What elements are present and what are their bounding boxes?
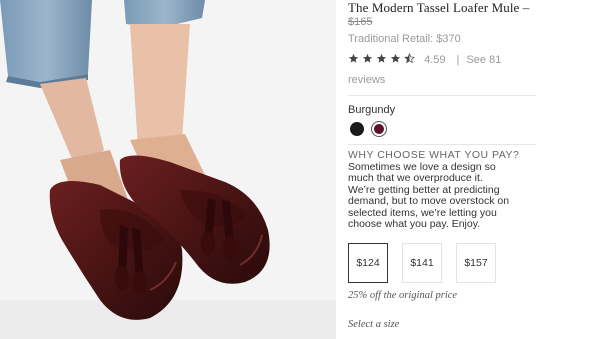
- divider: [348, 95, 536, 96]
- reviews-link-word[interactable]: reviews: [348, 74, 385, 86]
- shoe-photo-illustration: [0, 0, 336, 339]
- price-option-157[interactable]: $157: [456, 243, 496, 283]
- product-header: The Modern Tassel Loafer Mule – $165 Tra…: [348, 0, 594, 47]
- see-reviews-link[interactable]: See 81: [466, 54, 501, 66]
- price-option-124[interactable]: $124: [348, 243, 388, 283]
- star-rating: [348, 53, 415, 64]
- star-icon: [390, 53, 401, 64]
- discount-note: 25% off the original price: [348, 290, 458, 301]
- half-star-icon: [404, 53, 415, 64]
- why-choose-heading: WHY CHOOSE WHAT YOU PAY?: [348, 149, 520, 161]
- star-icon: [362, 53, 373, 64]
- color-swatch-burgundy[interactable]: [371, 121, 387, 137]
- traditional-retail-price: Traditional Retail: $370: [348, 33, 461, 45]
- select-size-label: Select a size: [348, 319, 400, 330]
- color-swatch-black[interactable]: [350, 122, 364, 136]
- divider: [348, 144, 536, 145]
- star-icon: [376, 53, 387, 64]
- selected-color-label: Burgundy: [348, 104, 396, 116]
- rating-row: 4.59 | See 81: [348, 53, 548, 67]
- original-price: $165: [348, 16, 373, 28]
- rating-score: 4.59: [424, 54, 446, 66]
- color-swatches: [350, 121, 387, 137]
- rating-separator: |: [456, 54, 460, 66]
- product-info-panel: The Modern Tassel Loafer Mule – $165 Tra…: [348, 0, 594, 339]
- star-icon: [348, 53, 359, 64]
- product-title: The Modern Tassel Loafer Mule –: [348, 0, 530, 15]
- why-choose-description: Sometimes we love a design so much that …: [348, 161, 510, 231]
- price-option-141[interactable]: $141: [402, 243, 442, 283]
- product-photo: [0, 0, 336, 339]
- price-options: $124 $141 $157: [348, 243, 496, 283]
